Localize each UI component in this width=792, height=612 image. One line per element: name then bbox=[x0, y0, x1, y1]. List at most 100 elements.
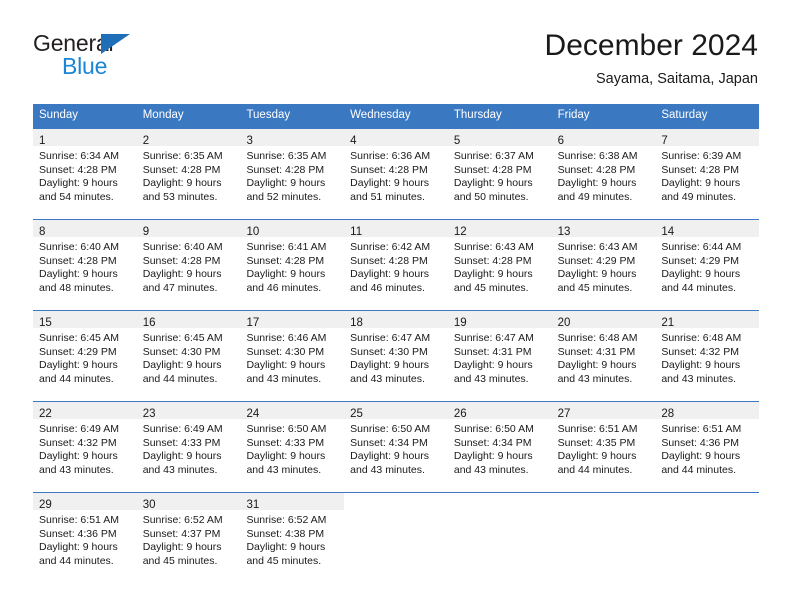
day-number: 10 bbox=[246, 226, 260, 238]
daylight-text-line2: and 51 minutes. bbox=[350, 190, 425, 203]
calendar-week-row: 1 Sunrise: 6:34 AM Sunset: 4:28 PM Dayli… bbox=[33, 128, 760, 219]
sunset-text: Sunset: 4:28 PM bbox=[246, 163, 325, 176]
day-cell[interactable]: 28 Sunrise: 6:51 AM Sunset: 4:36 PM Dayl… bbox=[655, 402, 760, 492]
daylight-text-line2: and 49 minutes. bbox=[557, 190, 633, 203]
sunset-text: Sunset: 4:38 PM bbox=[246, 527, 325, 540]
sunrise-text: Sunrise: 6:35 AM bbox=[142, 150, 223, 162]
day-cell[interactable]: 17 Sunrise: 6:46 AM Sunset: 4:30 PM Dayl… bbox=[240, 311, 345, 401]
day-number: 21 bbox=[661, 317, 675, 329]
day-number: 30 bbox=[142, 499, 156, 511]
sunset-text: Sunset: 4:28 PM bbox=[39, 163, 117, 176]
day-number: 3 bbox=[246, 135, 253, 147]
day-cell[interactable]: 21 Sunrise: 6:48 AM Sunset: 4:32 PM Dayl… bbox=[655, 311, 760, 401]
day-cell[interactable]: 25 Sunrise: 6:50 AM Sunset: 4:34 PM Dayl… bbox=[344, 402, 448, 492]
day-cell-empty bbox=[551, 493, 656, 583]
day-info: Sunrise: 6:35 AM Sunset: 4:28 PM Dayligh… bbox=[240, 146, 344, 204]
daylight-text-line1: Daylight: 9 hours bbox=[350, 450, 429, 463]
daylight-text-line1: Daylight: 9 hours bbox=[557, 177, 637, 190]
day-number-band bbox=[655, 493, 759, 510]
day-number-band: 17 bbox=[240, 311, 345, 329]
day-info: Sunrise: 6:52 AM Sunset: 4:37 PM Dayligh… bbox=[137, 510, 241, 568]
day-info: Sunrise: 6:37 AM Sunset: 4:28 PM Dayligh… bbox=[448, 146, 552, 204]
day-cell[interactable]: 9 Sunrise: 6:40 AM Sunset: 4:28 PM Dayli… bbox=[136, 220, 241, 310]
day-number-band: 18 bbox=[344, 311, 448, 329]
sunset-text: Sunset: 4:30 PM bbox=[142, 345, 221, 358]
day-cell[interactable]: 5 Sunrise: 6:37 AM Sunset: 4:28 PM Dayli… bbox=[447, 129, 552, 219]
day-info: Sunrise: 6:50 AM Sunset: 4:33 PM Dayligh… bbox=[240, 419, 344, 477]
sunset-text: Sunset: 4:33 PM bbox=[142, 436, 221, 449]
day-cell[interactable]: 22 Sunrise: 6:49 AM Sunset: 4:32 PM Dayl… bbox=[33, 402, 137, 492]
day-number-band: 8 bbox=[33, 220, 137, 238]
day-cell[interactable]: 7 Sunrise: 6:39 AM Sunset: 4:28 PM Dayli… bbox=[655, 129, 760, 219]
daylight-text-line2: and 44 minutes. bbox=[39, 372, 114, 385]
day-cell[interactable]: 14 Sunrise: 6:44 AM Sunset: 4:29 PM Dayl… bbox=[655, 220, 760, 310]
daylight-text-line2: and 49 minutes. bbox=[661, 190, 737, 203]
weekday-header-thursday: Thursday bbox=[453, 109, 502, 121]
day-number-band: 28 bbox=[655, 402, 760, 420]
day-cell[interactable]: 26 Sunrise: 6:50 AM Sunset: 4:34 PM Dayl… bbox=[447, 402, 552, 492]
day-info: Sunrise: 6:34 AM Sunset: 4:28 PM Dayligh… bbox=[33, 146, 137, 204]
sunset-text: Sunset: 4:28 PM bbox=[350, 163, 428, 176]
day-number-band: 29 bbox=[33, 493, 137, 511]
day-cell[interactable]: 11 Sunrise: 6:42 AM Sunset: 4:28 PM Dayl… bbox=[344, 220, 448, 310]
day-number: 4 bbox=[350, 135, 357, 147]
day-cell[interactable]: 3 Sunrise: 6:35 AM Sunset: 4:28 PM Dayli… bbox=[240, 129, 345, 219]
sunrise-text: Sunrise: 6:34 AM bbox=[39, 150, 119, 162]
day-cell[interactable]: 10 Sunrise: 6:41 AM Sunset: 4:28 PM Dayl… bbox=[240, 220, 345, 310]
daylight-text-line1: Daylight: 9 hours bbox=[661, 268, 741, 281]
day-info: Sunrise: 6:50 AM Sunset: 4:34 PM Dayligh… bbox=[344, 419, 448, 477]
day-number-band: 24 bbox=[240, 402, 345, 420]
page-subtitle: Sayama, Saitama, Japan bbox=[595, 71, 758, 87]
sunrise-text: Sunrise: 6:51 AM bbox=[661, 423, 742, 435]
day-number-band: 11 bbox=[344, 220, 448, 238]
sunset-text: Sunset: 4:34 PM bbox=[453, 436, 532, 449]
daylight-text-line1: Daylight: 9 hours bbox=[350, 177, 429, 190]
day-info: Sunrise: 6:51 AM Sunset: 4:36 PM Dayligh… bbox=[33, 510, 137, 568]
daylight-text-line2: and 43 minutes. bbox=[661, 372, 737, 385]
day-cell[interactable]: 15 Sunrise: 6:45 AM Sunset: 4:29 PM Dayl… bbox=[33, 311, 137, 401]
day-number-band: 3 bbox=[240, 129, 345, 147]
daylight-text-line2: and 45 minutes. bbox=[557, 281, 633, 294]
day-cell[interactable]: 24 Sunrise: 6:50 AM Sunset: 4:33 PM Dayl… bbox=[240, 402, 345, 492]
day-cell[interactable]: 29 Sunrise: 6:51 AM Sunset: 4:36 PM Dayl… bbox=[33, 493, 137, 583]
day-cell[interactable]: 23 Sunrise: 6:49 AM Sunset: 4:33 PM Dayl… bbox=[136, 402, 241, 492]
day-cell[interactable]: 2 Sunrise: 6:35 AM Sunset: 4:28 PM Dayli… bbox=[136, 129, 241, 219]
day-info: Sunrise: 6:38 AM Sunset: 4:28 PM Dayligh… bbox=[552, 146, 656, 204]
day-number: 26 bbox=[453, 408, 467, 420]
generalblue-logo[interactable]: General Blue bbox=[33, 30, 203, 86]
day-number: 8 bbox=[39, 226, 46, 238]
day-cell[interactable]: 31 Sunrise: 6:52 AM Sunset: 4:38 PM Dayl… bbox=[240, 493, 345, 583]
weekday-header-sunday: Sunday bbox=[39, 109, 79, 121]
page-header: General Blue December 2024 Sayama, Saita… bbox=[0, 0, 792, 100]
day-cell[interactable]: 27 Sunrise: 6:51 AM Sunset: 4:35 PM Dayl… bbox=[551, 402, 656, 492]
daylight-text-line1: Daylight: 9 hours bbox=[246, 450, 326, 463]
day-cell[interactable]: 20 Sunrise: 6:48 AM Sunset: 4:31 PM Dayl… bbox=[551, 311, 656, 401]
day-cell[interactable]: 16 Sunrise: 6:45 AM Sunset: 4:30 PM Dayl… bbox=[136, 311, 241, 401]
day-cell[interactable]: 6 Sunrise: 6:38 AM Sunset: 4:28 PM Dayli… bbox=[551, 129, 656, 219]
daylight-text-line2: and 43 minutes. bbox=[557, 372, 633, 385]
day-cell[interactable]: 12 Sunrise: 6:43 AM Sunset: 4:28 PM Dayl… bbox=[447, 220, 552, 310]
day-cell[interactable]: 8 Sunrise: 6:40 AM Sunset: 4:28 PM Dayli… bbox=[33, 220, 137, 310]
day-cell[interactable]: 19 Sunrise: 6:47 AM Sunset: 4:31 PM Dayl… bbox=[447, 311, 552, 401]
day-cell[interactable]: 18 Sunrise: 6:47 AM Sunset: 4:30 PM Dayl… bbox=[344, 311, 448, 401]
daylight-text-line2: and 43 minutes. bbox=[39, 463, 114, 476]
day-cell[interactable]: 30 Sunrise: 6:52 AM Sunset: 4:37 PM Dayl… bbox=[136, 493, 241, 583]
day-number: 12 bbox=[453, 226, 467, 238]
day-cell[interactable]: 4 Sunrise: 6:36 AM Sunset: 4:28 PM Dayli… bbox=[344, 129, 448, 219]
calendar-week-row: 8 Sunrise: 6:40 AM Sunset: 4:28 PM Dayli… bbox=[33, 219, 760, 310]
daylight-text-line2: and 46 minutes. bbox=[350, 281, 425, 294]
day-number-band: 19 bbox=[447, 311, 552, 329]
day-number-band: 4 bbox=[344, 129, 448, 147]
day-cell[interactable]: 13 Sunrise: 6:43 AM Sunset: 4:29 PM Dayl… bbox=[551, 220, 656, 310]
daylight-text-line2: and 47 minutes. bbox=[142, 281, 218, 294]
day-info: Sunrise: 6:41 AM Sunset: 4:28 PM Dayligh… bbox=[240, 237, 344, 295]
day-info: Sunrise: 6:43 AM Sunset: 4:28 PM Dayligh… bbox=[448, 237, 552, 295]
sunset-text: Sunset: 4:36 PM bbox=[39, 527, 117, 540]
sunrise-text: Sunrise: 6:36 AM bbox=[350, 150, 431, 162]
daylight-text-line1: Daylight: 9 hours bbox=[557, 450, 637, 463]
day-cell[interactable]: 1 Sunrise: 6:34 AM Sunset: 4:28 PM Dayli… bbox=[33, 129, 137, 219]
day-number: 11 bbox=[350, 226, 363, 238]
sunrise-text: Sunrise: 6:35 AM bbox=[246, 150, 327, 162]
day-number: 5 bbox=[453, 135, 461, 147]
calendar-week-row: 29 Sunrise: 6:51 AM Sunset: 4:36 PM Dayl… bbox=[33, 492, 760, 583]
